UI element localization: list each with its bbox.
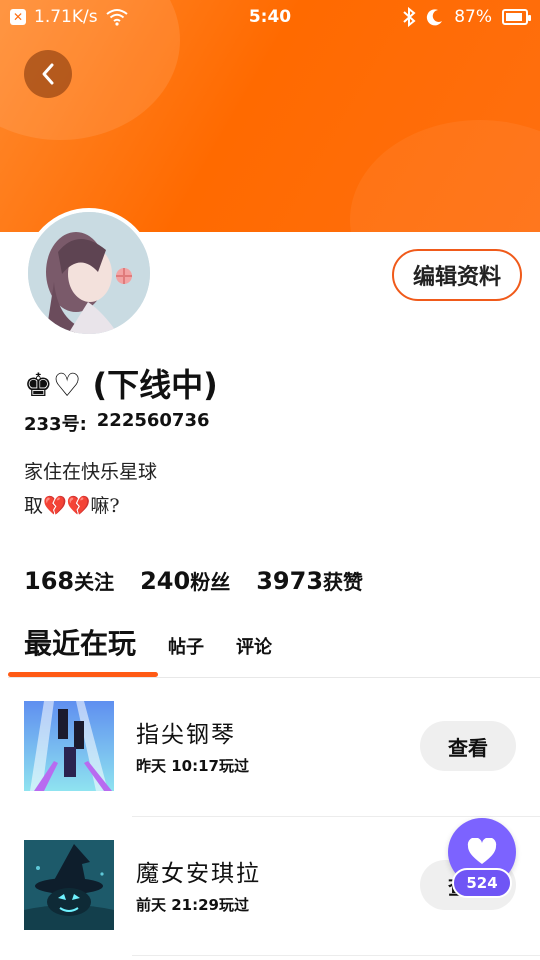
profile-tabs: 最近在玩 帖子 评论 [24,622,272,662]
heart-icon [467,838,497,864]
active-tab-indicator [8,672,158,677]
user-id-label: 233号: [24,414,87,435]
avatar-illustration [28,212,150,334]
chevron-left-icon [42,63,54,85]
avatar[interactable] [24,208,154,338]
stat-value: 3973 [256,567,324,595]
battery-fill [506,13,522,21]
bluetooth-icon [403,7,416,27]
user-id-value: 222560736 [96,410,210,431]
stat-following[interactable]: 168关注 [24,566,114,595]
list-item[interactable]: 指尖钢琴 昨天 10:17玩过 查看 [24,701,516,793]
view-button[interactable]: 查看 [420,721,516,771]
witch-hat-icon [24,840,114,930]
stat-label: 关注 [74,570,115,594]
tab-posts[interactable]: 帖子 [168,633,204,659]
game-name: 指尖钢琴 [136,722,236,748]
back-button[interactable] [24,50,72,98]
banner-decoration [350,120,540,232]
stat-label: 粉丝 [190,570,231,594]
stat-value: 168 [24,567,75,595]
profile-stats: 168关注 240粉丝 3973获赞 [24,566,363,595]
status-bar: ✕ 1.71K/s 5:40 87% [0,0,540,36]
played-time: 前天 21:29玩过 [136,896,249,914]
stat-likes[interactable]: 3973获赞 [256,566,363,595]
battery-percent: 87% [454,7,492,27]
tabs-divider [8,677,540,678]
stat-followers[interactable]: 240粉丝 [140,566,230,595]
tab-comments[interactable]: 评论 [236,633,272,659]
list-item[interactable]: 魔女安琪拉 前天 21:29玩过 查看 [24,840,516,932]
moon-icon [427,9,443,26]
bio: 家住在快乐星球 取💔💔嘛? [24,455,157,523]
user-id: 233号: 222560736 [24,410,210,436]
stat-label: 获赞 [323,570,364,594]
bio-line: 取💔💔嘛? [24,495,120,517]
tab-recently-played[interactable]: 最近在玩 [24,622,136,662]
bio-line: 家住在快乐星球 [24,461,158,483]
battery-icon [502,9,531,25]
row-divider [132,816,540,817]
row-divider [132,955,540,956]
piano-tiles-icon [24,701,114,791]
game-name: 魔女安琪拉 [136,861,261,887]
nickname: ♚♡ (下线中) [24,366,218,404]
played-time: 昨天 10:17玩过 [136,757,249,775]
like-count: 524 [452,868,512,898]
edit-profile-button[interactable]: 编辑资料 [392,249,522,301]
stat-value: 240 [140,567,191,595]
